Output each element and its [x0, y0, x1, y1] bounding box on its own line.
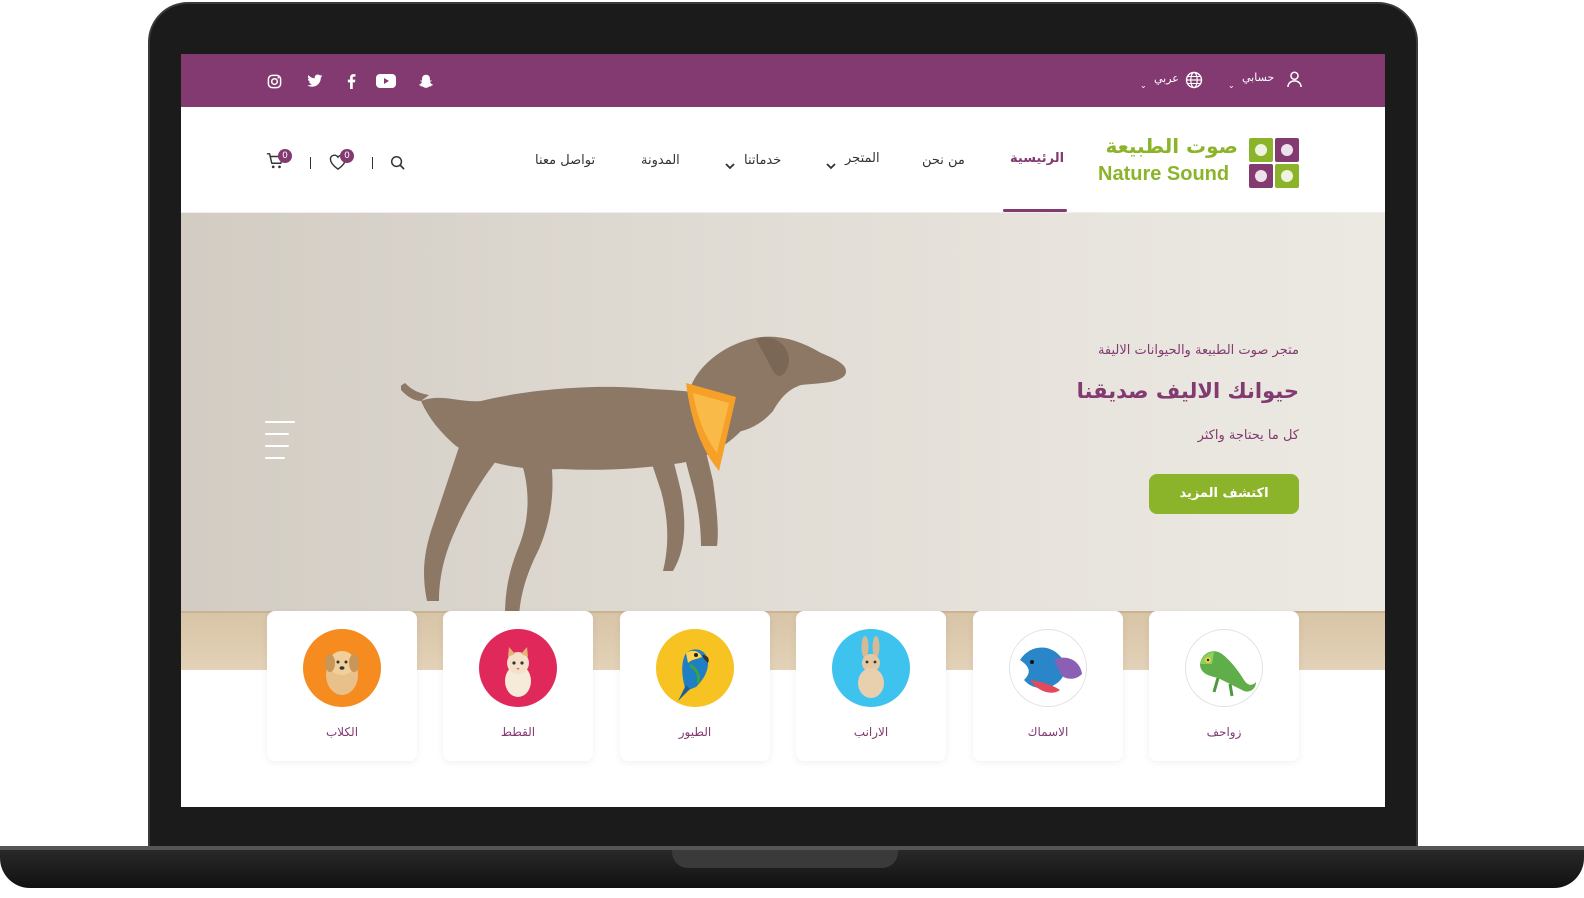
- cat-icon: [479, 629, 557, 707]
- logo-mark-icon: [1249, 138, 1299, 188]
- youtube-icon[interactable]: [375, 71, 397, 91]
- hero-subtitle: كل ما يحتاجة واكثر: [1197, 428, 1299, 443]
- nav-services[interactable]: خدماتنا: [744, 153, 781, 168]
- category-card-fish[interactable]: الاسماك: [973, 611, 1123, 761]
- cart-count-badge: 0: [278, 149, 292, 163]
- nav-contact[interactable]: تواصل معنا: [535, 153, 595, 168]
- instagram-icon[interactable]: [265, 71, 283, 91]
- category-label: الكلاب: [325, 725, 359, 739]
- user-icon[interactable]: [1285, 69, 1303, 89]
- dog-illustration: [401, 336, 846, 616]
- discover-more-button[interactable]: اكتشف المزيد: [1149, 474, 1299, 514]
- active-nav-indicator: [1003, 209, 1067, 212]
- chameleon-icon: [1185, 629, 1263, 707]
- laptop-notch: [672, 850, 898, 868]
- search-icon: [390, 155, 405, 170]
- category-label: القطط: [500, 725, 536, 739]
- search-button[interactable]: [390, 155, 405, 174]
- account-chevron-icon[interactable]: ⌄: [1228, 81, 1235, 90]
- dog-icon: [303, 629, 381, 707]
- category-label: الارانب: [853, 725, 889, 739]
- category-label: الطيور: [678, 725, 712, 739]
- language-label[interactable]: عربي: [1154, 72, 1179, 85]
- slider-menu-icon[interactable]: [265, 421, 295, 461]
- nav-about[interactable]: من نحن: [922, 153, 965, 168]
- hero-kicker: متجر صوت الطبيعة والحيوانات الاليفة: [1097, 343, 1299, 358]
- store-chevron-down-icon[interactable]: [825, 160, 837, 172]
- brand-logo[interactable]: صوت الطبيعة Nature Sound: [1098, 134, 1300, 188]
- nav-blog[interactable]: المدونة: [641, 153, 680, 168]
- brand-name-english: Nature Sound: [1098, 163, 1230, 185]
- hero-banner: متجر صوت الطبيعة والحيوانات الاليفة حيوا…: [181, 213, 1385, 670]
- parrot-icon: [656, 629, 734, 707]
- fish-icon: [1009, 629, 1087, 707]
- website-screen: ⌄ عربي ⌄ حسابي 0 0 تواصل معنا المدونة خد…: [181, 54, 1385, 807]
- category-card-dogs[interactable]: الكلاب: [267, 611, 417, 761]
- facebook-icon[interactable]: [345, 71, 357, 91]
- account-label[interactable]: حسابي: [1242, 71, 1274, 84]
- category-card-cats[interactable]: القطط: [443, 611, 593, 761]
- category-card-reptiles[interactable]: زواحف: [1149, 611, 1299, 761]
- divider: [310, 157, 311, 169]
- twitter-icon[interactable]: [305, 71, 325, 91]
- snapchat-icon[interactable]: [417, 71, 435, 91]
- services-chevron-down-icon[interactable]: [724, 160, 736, 172]
- nav-home[interactable]: الرئيسية: [1010, 151, 1064, 166]
- category-label: الاسماك: [1027, 725, 1069, 739]
- wishlist-count-badge: 0: [340, 149, 354, 163]
- category-card-birds[interactable]: الطيور: [620, 611, 770, 761]
- main-navbar: 0 0 تواصل معنا المدونة خدماتنا المتجر من…: [181, 107, 1385, 213]
- divider: [372, 157, 373, 169]
- top-bar: ⌄ عربي ⌄ حسابي: [181, 54, 1385, 107]
- category-label: زواحف: [1206, 725, 1242, 739]
- nav-store[interactable]: المتجر: [845, 151, 880, 166]
- rabbit-icon: [832, 629, 910, 707]
- globe-icon[interactable]: [1183, 70, 1205, 90]
- brand-name-arabic: صوت الطبيعة: [1105, 134, 1238, 158]
- category-card-rabbits[interactable]: الارانب: [796, 611, 946, 761]
- language-chevron-icon[interactable]: ⌄: [1140, 81, 1147, 90]
- hero-title: حيوانك الاليف صديقنا: [1076, 379, 1299, 403]
